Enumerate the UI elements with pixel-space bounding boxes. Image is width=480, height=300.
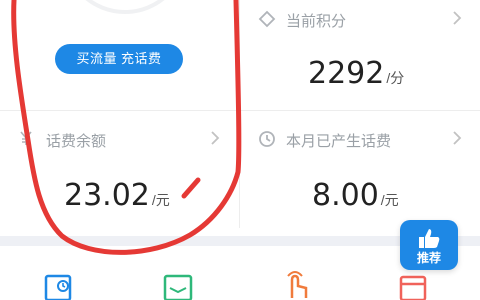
red-annotation-outline — [11, 0, 242, 255]
